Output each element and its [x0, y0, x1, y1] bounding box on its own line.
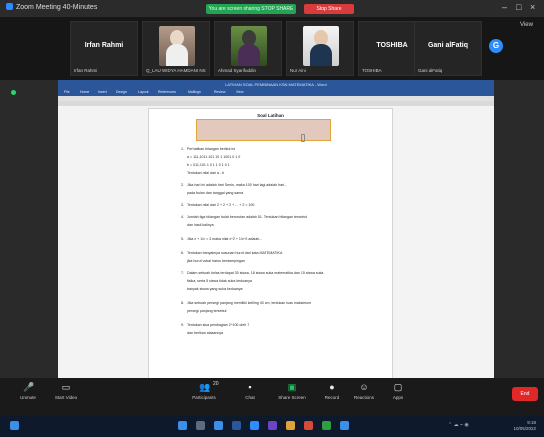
maximize-icon[interactable]: □ [516, 2, 521, 12]
share-screen-icon: ▣ [287, 382, 297, 392]
list-item: 6. Tentukan banyaknya susunan huruf dari … [181, 251, 283, 255]
status-dot-icon [11, 90, 16, 95]
participant-name: Irfan Rahmi [84, 42, 124, 49]
list-item: jika huruf vokal harus berdampingan [187, 259, 245, 263]
participant-label: Q_LAU WIDYA HAMDANI NS [146, 68, 206, 73]
unmute-button[interactable]: 🎤 Unmute [8, 382, 48, 400]
participant-tile[interactable]: Nur Aini [286, 21, 354, 76]
store-icon[interactable] [322, 421, 331, 430]
participant-tile[interactable]: Ahmad Syarifuddin [214, 21, 282, 76]
list-item: a = 111,1011 101 10 1 1001 0 1 0 [187, 155, 241, 159]
zoom-taskbar-icon[interactable] [250, 421, 259, 430]
list-item: 8. Jika sebuah persegi panjang memiliki k… [181, 301, 312, 305]
shared-screen: LATIHAN SOAL PEMBINAAN KSN MATEMATIKA - … [0, 80, 544, 378]
list-item: 5. Jika x + 1/x = 3 maka nilai x^2 + 1/x^… [181, 237, 263, 241]
ruler [58, 101, 494, 106]
list-item: dan berikan alasannya [187, 331, 224, 335]
participant-tile[interactable]: Irfan Rahmi Irfan Rahmi [70, 21, 138, 76]
ribbon-tabs: File Home Insert Design Layout Reference… [58, 89, 494, 96]
document-title: LATIHAN SOAL PEMBINAAN KSN MATEMATIKA - … [225, 82, 327, 87]
stop-share-button[interactable]: Stop Share [304, 4, 354, 14]
close-icon[interactable]: × [530, 2, 535, 12]
reactions-icon: ☺ [359, 382, 369, 392]
list-item: 3. Tentukan nilai dari 2 + 2 + 2 + ... + … [181, 203, 255, 207]
clock[interactable]: 9:18 10/05/2022 [513, 420, 536, 432]
windows-taskbar: ⌃ ☁ ⌁ ◉ 9:18 10/05/2022 [0, 415, 544, 437]
list-item: Tentukan nilai dari a - b [187, 171, 225, 175]
app-title: Zoom Meeting 40-Minutes [6, 3, 97, 11]
search-icon[interactable] [196, 421, 205, 430]
minimize-icon[interactable]: – [502, 2, 507, 12]
ribbon-tab[interactable]: File [64, 90, 70, 94]
participant-label: Irfan Rahmi [74, 68, 98, 73]
list-item: 4. Jumlah tiga bilangan bulat berurutan a… [181, 215, 308, 219]
teams-icon[interactable] [268, 421, 277, 430]
participant-tile[interactable]: Gani alFatiq Gani alFatiq [414, 21, 482, 76]
zoom-icon [6, 3, 13, 10]
edge-icon[interactable] [340, 421, 349, 430]
participant-gallery: View Irfan Rahmi Irfan Rahmi Q_LAU WIDYA… [0, 17, 544, 80]
apps-icon: ▢ [393, 382, 403, 392]
chrome-icon[interactable] [304, 421, 313, 430]
list-item: persegi panjang tersebut [187, 309, 227, 313]
share-banner[interactable]: You are screen sharing STOP SHARE [206, 4, 296, 14]
ribbon-tab[interactable]: Design [116, 90, 127, 94]
document-page[interactable]: Soal Latihan 1. Perhatikan bilangan berik… [148, 108, 393, 378]
tray-icons[interactable]: ⌃ ☁ ⌁ ◉ [448, 422, 469, 428]
meeting-toolbar: 🎤 Unmute ▭ Start Video 👥 Participants ▪ Chat… [0, 378, 544, 415]
share-screen-button[interactable]: ▣ Share Screen [272, 382, 312, 400]
ribbon-tab[interactable]: Home [80, 90, 89, 94]
apps-button[interactable]: ▢ Apps [378, 382, 418, 400]
participant-label: Nur Aini [290, 68, 306, 73]
list-item: 9. Tentukan sisa pembagian 2^100 oleh 7 [181, 323, 250, 327]
word-window[interactable]: LATIHAN SOAL PEMBINAAN KSN MATEMATIKA - … [58, 80, 494, 378]
profile-avatar[interactable]: G [489, 39, 503, 53]
list-item: dan hasil kalinya [187, 223, 214, 227]
record-icon: ● [329, 382, 335, 392]
participants-icon: 👥 [199, 382, 211, 392]
start-icon[interactable] [10, 421, 19, 430]
ribbon-tab[interactable]: Layout [138, 90, 149, 94]
widgets-icon[interactable] [178, 421, 187, 430]
word-title-bar: LATIHAN SOAL PEMBINAAN KSN MATEMATIKA - … [58, 80, 494, 89]
participant-video [231, 26, 267, 66]
list-item: b = 011,101 1 0 1 1 0 1 0 1 [187, 163, 230, 167]
mouse-cursor-icon [301, 134, 305, 142]
window-title: Zoom Meeting 40-Minutes [16, 4, 98, 11]
page-heading: Soal Latihan [257, 113, 284, 118]
ribbon-tab[interactable]: Insert [98, 90, 107, 94]
participant-video [303, 26, 339, 66]
list-item: 2. Jika hari ini adalah hari Senin, maka … [181, 183, 288, 187]
participant-label: Ahmad Syarifuddin [218, 68, 257, 73]
folder-icon[interactable] [286, 421, 295, 430]
ribbon-tab[interactable]: Mailings [188, 90, 201, 94]
clock-date: 10/05/2022 [513, 426, 536, 431]
mic-icon: 🎤 [23, 382, 35, 392]
end-meeting-button[interactable]: End [512, 387, 538, 401]
word-icon[interactable] [232, 421, 241, 430]
list-item: 1. Perhatikan bilangan berikut ini [181, 147, 236, 151]
explorer-icon[interactable] [214, 421, 223, 430]
list-item: pada bulan dan tanggal yang sama [187, 191, 244, 195]
selection-highlight [196, 119, 331, 141]
participant-video [159, 26, 195, 66]
participants-count: 20 [213, 381, 219, 387]
start-video-button[interactable]: ▭ Start Video [46, 382, 86, 400]
ribbon-tab[interactable]: Review [214, 90, 225, 94]
chat-icon: ▪ [248, 382, 252, 392]
participant-name: Gani alFatiq [427, 42, 469, 49]
video-icon: ▭ [61, 382, 71, 392]
participant-tile[interactable]: Q_LAU WIDYA HAMDANI NS [142, 21, 210, 76]
participant-label: Gani alFatiq [418, 68, 443, 73]
list-item: 7. Dalam sebuah kelas terdapat 30 siswa, … [181, 271, 324, 275]
list-item: banyak siswa yang suka keduanya [187, 287, 243, 291]
chat-button[interactable]: ▪ Chat [230, 382, 270, 400]
list-item: fisika, serta 5 siswa tidak suka keduany… [187, 279, 252, 283]
ribbon-tab[interactable]: View [236, 90, 244, 94]
title-bar: Zoom Meeting 40-Minutes You are screen s… [0, 0, 544, 17]
ribbon-tab[interactable]: References [158, 90, 176, 94]
view-button[interactable]: View [520, 22, 533, 28]
